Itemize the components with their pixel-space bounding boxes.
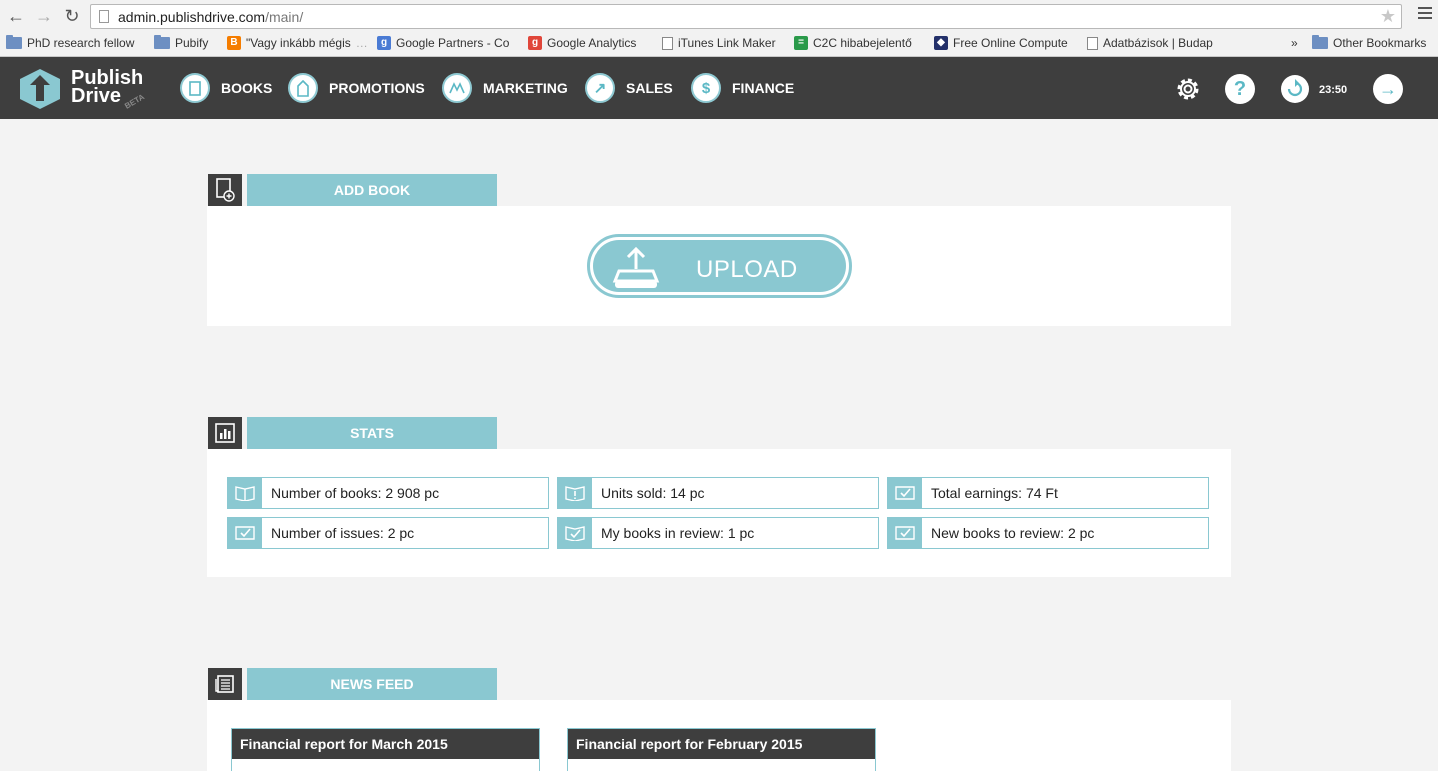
news-card[interactable]: Financial report for March 2015 — [231, 728, 540, 771]
upload-icon — [612, 247, 660, 288]
bookmark-star-icon[interactable]: ★ — [1380, 6, 1396, 27]
shield-icon: ◆ — [934, 36, 948, 50]
add-book-icon — [208, 174, 242, 206]
upload-button[interactable]: UPLOAD — [587, 234, 852, 298]
folder-icon — [1312, 35, 1328, 49]
google-icon: g — [528, 36, 542, 50]
page-icon — [99, 10, 109, 23]
alert-book-icon — [558, 478, 592, 508]
logout-arrow-icon[interactable]: → — [1373, 74, 1403, 104]
dollar-icon: $ — [691, 73, 721, 103]
folder-icon — [154, 35, 170, 49]
publishdrive-logo-icon[interactable] — [19, 68, 61, 110]
bookmark-item[interactable]: B "Vagy inkább mégis… — [227, 36, 368, 50]
blogger-icon: B — [227, 36, 241, 50]
bookmark-item[interactable]: = C2C hibabejelentő — [794, 36, 912, 50]
news-feed-title: NEWS FEED — [247, 668, 497, 700]
check-book-icon — [558, 518, 592, 548]
address-bar[interactable]: admin.publishdrive.com/main/ ★ — [90, 4, 1402, 29]
check-icon — [888, 518, 922, 548]
stat-number-of-issues: Number of issues: 2 pc — [227, 517, 549, 549]
bookmark-item[interactable]: Pubify — [154, 35, 208, 50]
page-icon — [662, 36, 673, 50]
session-timer: 23:50 — [1319, 84, 1348, 96]
stat-new-books-to-review: New books to review: 2 pc — [887, 517, 1209, 549]
nav-promotions[interactable]: PROMOTIONS — [288, 71, 425, 105]
promotion-icon — [288, 73, 318, 103]
bookmark-item[interactable]: Adatbázisok | Budap — [1087, 36, 1213, 50]
stat-total-earnings: Total earnings: 74 Ft — [887, 477, 1209, 509]
bookmark-item[interactable]: g Google Analytics — [528, 36, 636, 50]
app-header: Publish Drive BETA BOOKS PROMOTIONS MARKE… — [0, 57, 1438, 119]
trend-arrow-icon: ↗ — [585, 73, 615, 103]
nav-sales[interactable]: ↗ SALES — [585, 71, 673, 105]
nav-finance[interactable]: $ FINANCE — [691, 71, 794, 105]
bookmarks-bar: PhD research fellow Pubify B "Vagy inkább… — [0, 33, 1438, 55]
stats-title: STATS — [247, 417, 497, 449]
bookmark-item[interactable]: g Google Partners - Co — [377, 36, 509, 50]
browser-chrome: ← → ↻ admin.publishdrive.com/main/ ★ PhD… — [0, 0, 1438, 57]
bookmark-item[interactable]: PhD research fellow — [6, 35, 134, 50]
back-icon[interactable]: ← — [6, 6, 26, 26]
menu-icon[interactable] — [1418, 7, 1432, 22]
folder-icon — [6, 35, 22, 49]
bookmark-item[interactable]: ◆ Free Online Compute — [934, 36, 1068, 50]
bookmarks-overflow[interactable]: » — [1291, 36, 1298, 50]
bookmark-item[interactable]: iTunes Link Maker — [662, 36, 776, 50]
bookmark-item[interactable]: Other Bookmarks — [1312, 35, 1426, 50]
check-icon — [888, 478, 922, 508]
stats-panel — [207, 449, 1231, 577]
add-book-title: ADD BOOK — [247, 174, 497, 206]
forward-icon[interactable]: → — [34, 6, 54, 26]
stats-icon — [208, 417, 242, 449]
nav-books[interactable]: BOOKS — [180, 71, 272, 105]
google-icon: g — [377, 36, 391, 50]
news-card[interactable]: Financial report for February 2015 — [567, 728, 876, 771]
stat-my-books-in-review: My books in review: 1 pc — [557, 517, 879, 549]
news-card-title: Financial report for February 2015 — [568, 729, 875, 759]
news-card-title: Financial report for March 2015 — [232, 729, 539, 759]
nav-marketing[interactable]: MARKETING — [442, 71, 568, 105]
refresh-icon[interactable] — [1280, 74, 1310, 104]
book-icon — [180, 73, 210, 103]
check-icon — [228, 518, 262, 548]
stat-number-of-books: Number of books: 2 908 pc — [227, 477, 549, 509]
marketing-icon — [442, 73, 472, 103]
book-icon — [228, 478, 262, 508]
reload-icon[interactable]: ↻ — [62, 6, 82, 26]
url-text: admin.publishdrive.com/main/ — [118, 9, 304, 25]
sheets-icon: = — [794, 36, 808, 50]
stat-units-sold: Units sold: 14 pc — [557, 477, 879, 509]
news-feed-icon — [208, 668, 242, 700]
page-icon — [1087, 36, 1098, 50]
help-icon[interactable]: ? — [1225, 74, 1255, 104]
settings-gear-icon[interactable] — [1173, 74, 1203, 104]
